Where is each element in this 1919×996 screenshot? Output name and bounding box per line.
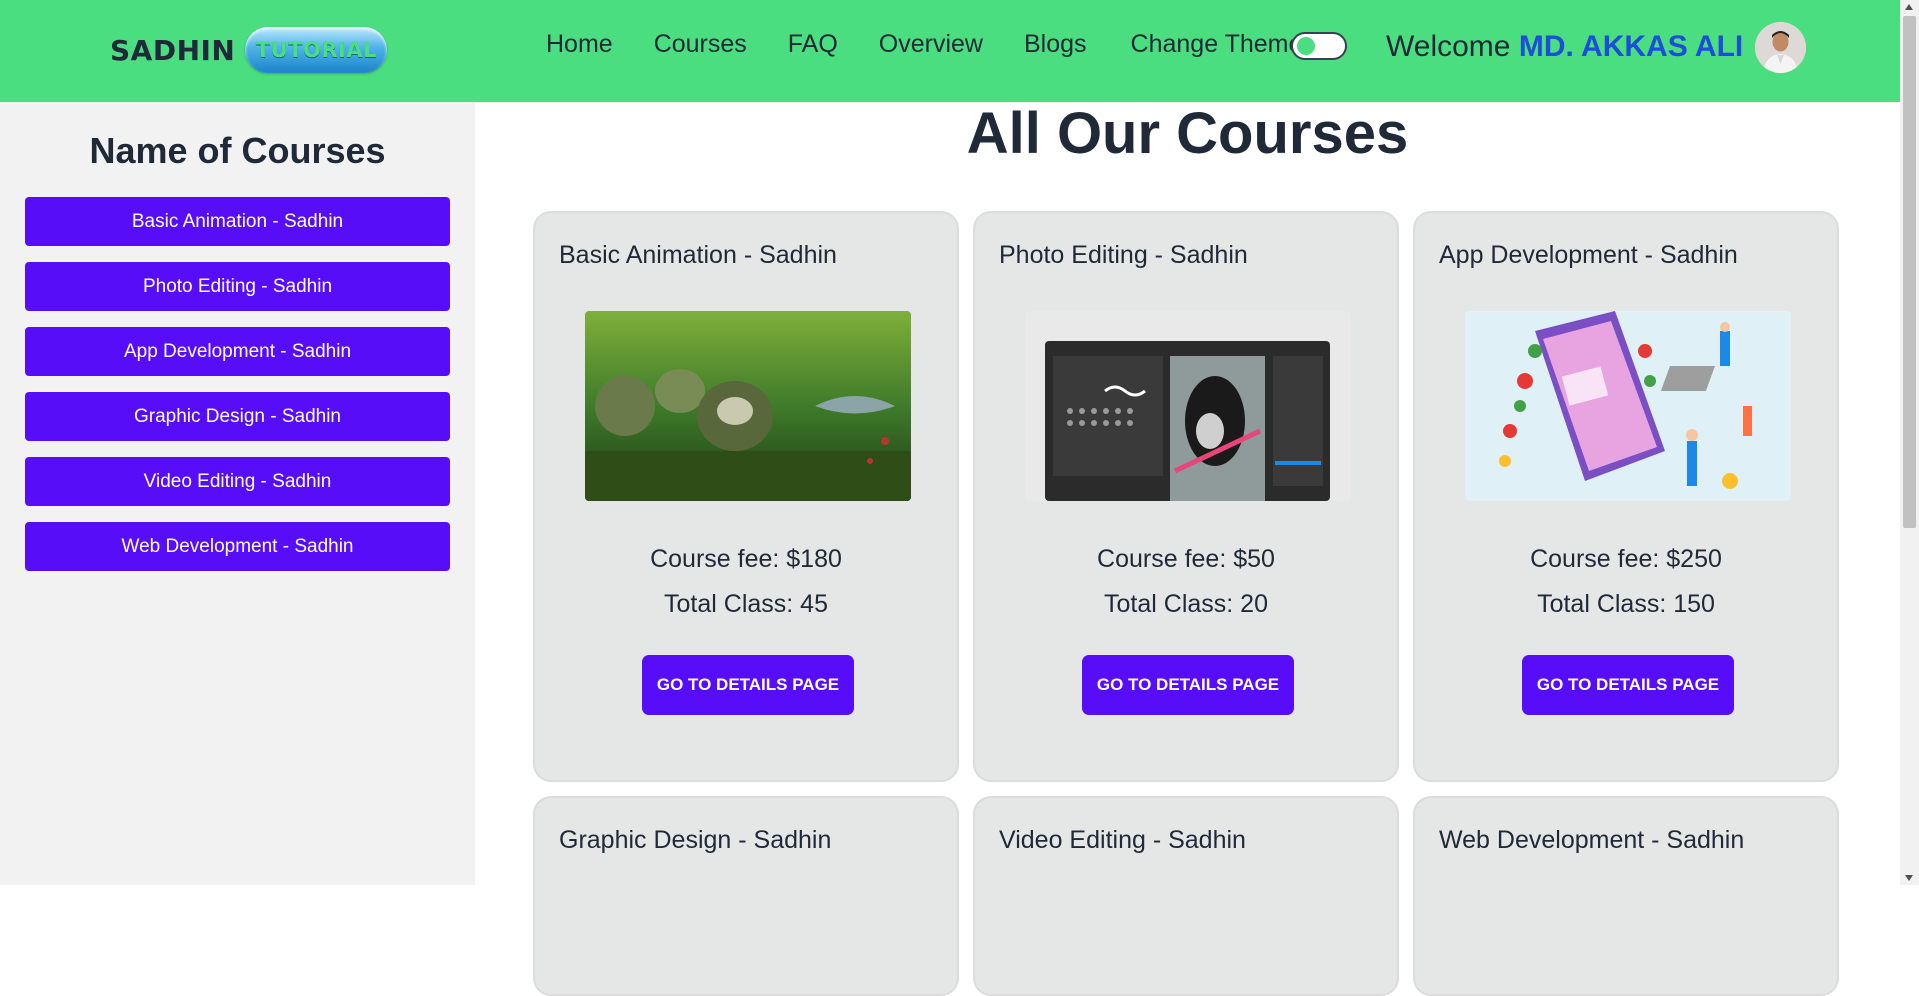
course-card-basic-animation: Basic Animation - Sadhin Course fee: $18…	[533, 211, 959, 782]
sidebar-title: Name of Courses	[89, 130, 386, 171]
page-title: All Our Courses	[966, 101, 1409, 166]
brand-badge: TUTORIAL	[245, 27, 388, 73]
course-title: Photo Editing - Sadhin	[999, 241, 1248, 269]
course-total-class: Total Class: 20	[1104, 590, 1268, 618]
avatar[interactable]	[1755, 22, 1806, 73]
sidebar: Name of Courses Basic Animation - Sadhin…	[0, 102, 475, 885]
course-total-class: Total Class: 150	[1537, 590, 1715, 618]
sidebar-item-web-development[interactable]: Web Development - Sadhin	[25, 522, 450, 571]
nav-menu: Home Courses FAQ Overview Blogs Change T…	[546, 30, 1302, 59]
nav-link-faq[interactable]: FAQ	[788, 30, 838, 59]
change-theme-label: Change Theme	[1130, 30, 1303, 58]
sidebar-item-app-development[interactable]: App Development - Sadhin	[25, 327, 450, 376]
scroll-down-icon[interactable]	[1905, 875, 1913, 881]
go-to-details-button[interactable]: GO TO DETAILS PAGE	[1082, 655, 1294, 715]
course-title: Graphic Design - Sadhin	[559, 826, 832, 854]
course-fee: Course fee: $180	[650, 545, 842, 573]
nav-link-courses[interactable]: Courses	[654, 30, 747, 59]
nav-link-overview[interactable]: Overview	[879, 30, 983, 59]
go-to-details-button[interactable]: GO TO DETAILS PAGE	[1522, 655, 1734, 715]
course-title: Web Development - Sadhin	[1439, 826, 1745, 854]
course-image-app-development	[1465, 311, 1791, 501]
course-card-graphic-design: Graphic Design - Sadhin	[533, 796, 959, 996]
sidebar-item-basic-animation[interactable]: Basic Animation - Sadhin	[25, 197, 450, 246]
welcome-message: Welcome MD. AKKAS ALI	[1386, 30, 1743, 64]
theme-toggle[interactable]	[1291, 32, 1347, 60]
course-card-web-development: Web Development - Sadhin	[1413, 796, 1839, 996]
course-total-class: Total Class: 45	[664, 590, 828, 618]
course-image-photo-editing	[1025, 311, 1351, 501]
welcome-text: Welcome	[1386, 30, 1511, 63]
course-fee: Course fee: $250	[1530, 545, 1722, 573]
scrollbar-thumb[interactable]	[1903, 16, 1916, 528]
avatar-image	[1755, 22, 1806, 73]
brand-logo[interactable]: SADHIN TUTORIAL	[110, 24, 388, 76]
toggle-knob	[1297, 37, 1315, 55]
scroll-up-icon[interactable]	[1905, 4, 1913, 10]
course-title: Basic Animation - Sadhin	[559, 241, 837, 269]
sidebar-item-graphic-design[interactable]: Graphic Design - Sadhin	[25, 392, 450, 441]
course-card-video-editing: Video Editing - Sadhin	[973, 796, 1399, 996]
sidebar-item-photo-editing[interactable]: Photo Editing - Sadhin	[25, 262, 450, 311]
nav-link-blogs[interactable]: Blogs	[1024, 30, 1087, 59]
brand-name: SADHIN	[110, 33, 236, 67]
course-title: App Development - Sadhin	[1439, 241, 1738, 269]
course-image-animation	[585, 311, 911, 501]
user-name: MD. AKKAS ALI	[1518, 30, 1744, 63]
course-card-photo-editing: Photo Editing - Sadhin Course fee: $50 T…	[973, 211, 1399, 782]
course-title: Video Editing - Sadhin	[999, 826, 1246, 854]
course-card-app-development: App Development - Sadhin Course fee: $25…	[1413, 211, 1839, 782]
course-fee: Course fee: $50	[1097, 545, 1275, 573]
sidebar-item-video-editing[interactable]: Video Editing - Sadhin	[25, 457, 450, 506]
vertical-scrollbar[interactable]	[1900, 0, 1919, 885]
nav-link-home[interactable]: Home	[546, 30, 613, 59]
go-to-details-button[interactable]: GO TO DETAILS PAGE	[642, 655, 854, 715]
navbar: SADHIN TUTORIAL Home Courses FAQ Overvie…	[0, 0, 1900, 102]
